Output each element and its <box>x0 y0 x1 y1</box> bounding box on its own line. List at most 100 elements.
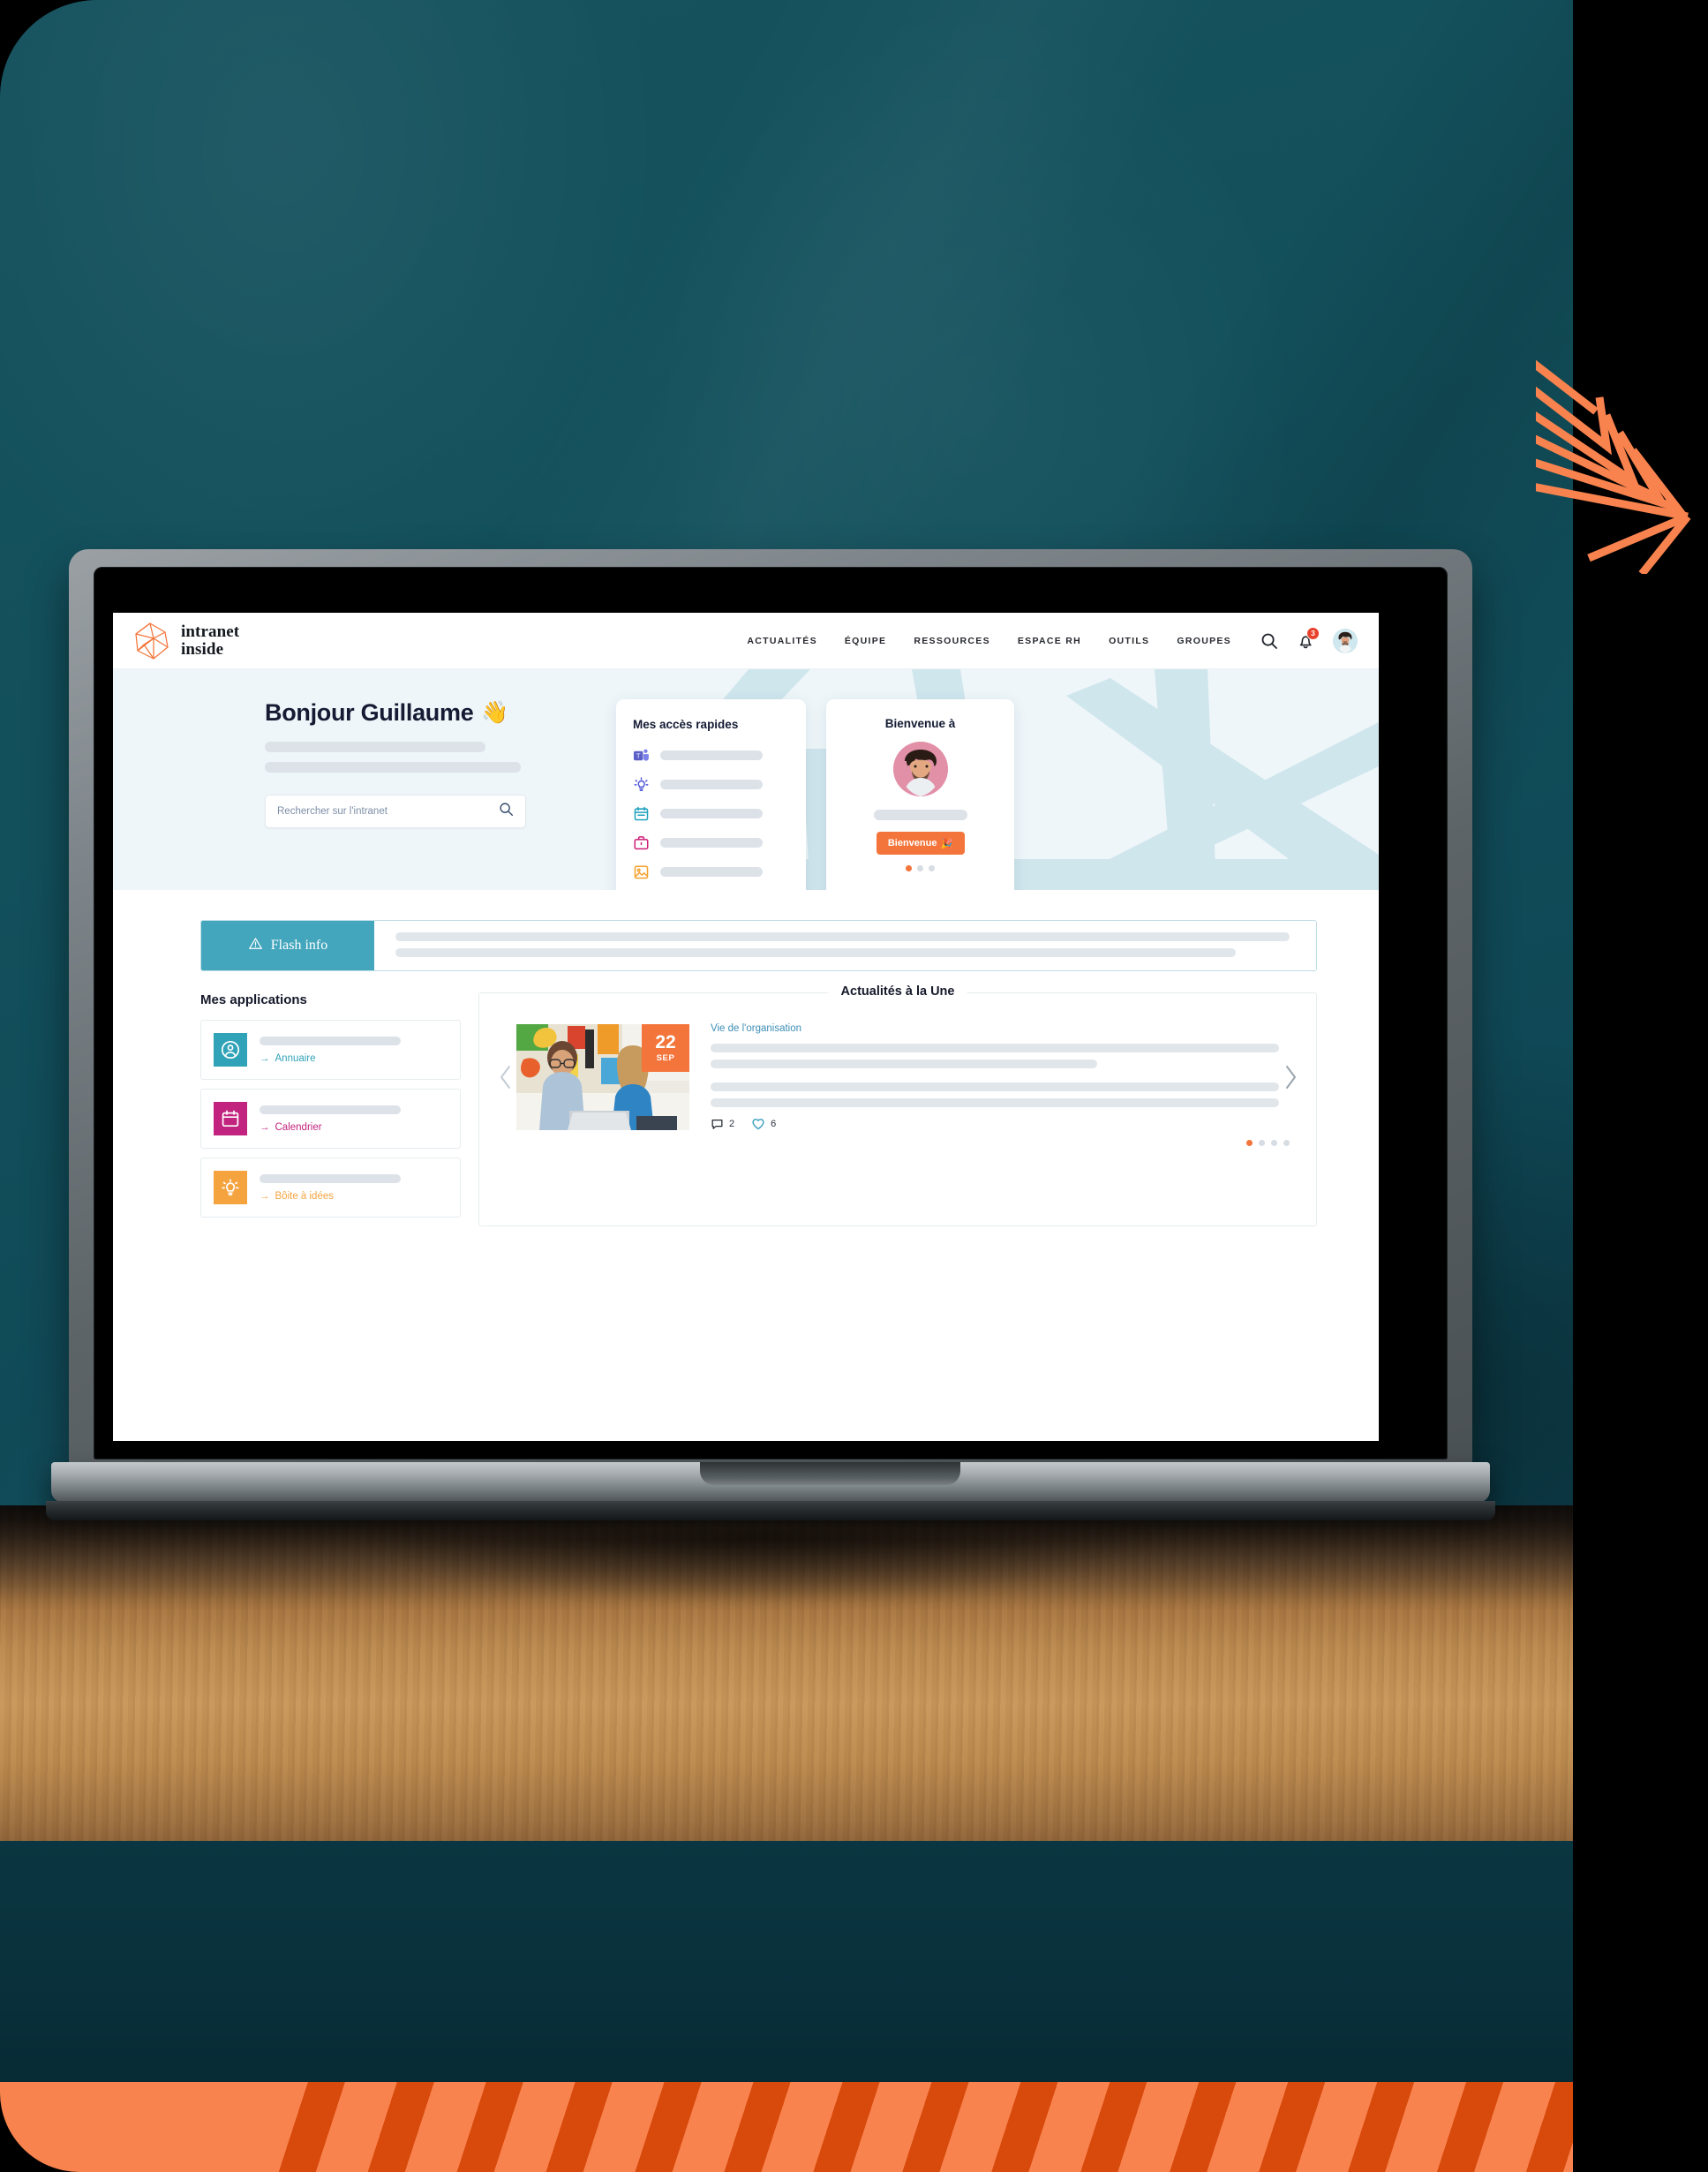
flash-info-content <box>374 921 1316 970</box>
calendar-icon <box>214 1102 247 1135</box>
quick-access-item[interactable] <box>633 805 789 822</box>
brand-line1: intranet <box>181 622 240 641</box>
search-icon[interactable] <box>499 802 514 821</box>
lightbulb-icon <box>214 1171 247 1204</box>
quick-access-placeholder <box>660 809 763 818</box>
laptop-notch <box>700 1462 960 1485</box>
site-header: intranet inside ACTUALITÉS ÉQUIPE RESSOU… <box>113 613 1379 669</box>
welcome-placeholder-line <box>873 810 967 820</box>
microsoft-teams-icon: T <box>633 747 650 764</box>
news-placeholder-line-1 <box>711 1044 1279 1052</box>
quick-access-card: Mes accès rapides T <box>616 699 806 890</box>
flash-placeholder-line-1 <box>395 932 1290 941</box>
laptop-mockup: intranet inside ACTUALITÉS ÉQUIPE RESSOU… <box>46 549 1495 1520</box>
news-placeholder-line-2 <box>711 1060 1097 1068</box>
news-like-count: 6 <box>771 1119 777 1129</box>
user-circle-icon <box>214 1033 247 1067</box>
news-date-month: SEP <box>656 1053 675 1064</box>
nav-item-groupes[interactable]: GROUPES <box>1177 636 1231 646</box>
news-likes[interactable]: 6 <box>751 1117 776 1131</box>
welcome-button[interactable]: Bienvenue 🎉 <box>876 832 965 855</box>
news-placeholder-line-3 <box>711 1082 1279 1091</box>
page-title: Bonjour Guillaume 👋 <box>265 699 607 727</box>
app-placeholder-line <box>260 1173 401 1183</box>
flash-info-section: Flash info <box>113 890 1379 971</box>
news-dot-1[interactable] <box>1246 1140 1253 1146</box>
lightbulb-icon <box>633 776 650 793</box>
news-comments[interactable]: 2 <box>711 1118 734 1131</box>
news-dot-3[interactable] <box>1271 1140 1277 1146</box>
my-applications-title: Mes applications <box>200 992 307 1007</box>
welcome-title: Bienvenue à <box>884 717 956 730</box>
carousel-dot-3[interactable] <box>929 865 935 871</box>
quick-access-placeholder <box>660 750 763 760</box>
flash-info-label: Flash info <box>270 938 328 953</box>
app-link-annuaire[interactable]: → Annuaire <box>260 1053 448 1064</box>
quick-access-item[interactable] <box>633 776 789 793</box>
bottom-orange-banner <box>0 2082 1573 2172</box>
app-link-calendrier[interactable]: → Calendrier <box>260 1122 448 1133</box>
featured-news-panel: Actualités à la Une 22 SEP Vie de l'orga… <box>478 984 1317 1226</box>
intranet-page: intranet inside ACTUALITÉS ÉQUIPE RESSOU… <box>113 613 1379 1441</box>
comment-icon <box>711 1118 724 1131</box>
nav-item-ressources[interactable]: RESSOURCES <box>914 636 990 646</box>
nav-item-actualites[interactable]: ACTUALITÉS <box>747 636 817 646</box>
intranet-inside-logo-icon <box>132 621 171 661</box>
app-card-boite-a-idees[interactable]: → Bôite à idées <box>200 1158 461 1218</box>
quick-access-placeholder <box>660 780 763 789</box>
intranet-search[interactable] <box>265 795 526 828</box>
news-dot-4[interactable] <box>1283 1140 1290 1146</box>
nav-item-espace-rh[interactable]: ESPACE RH <box>1018 636 1081 646</box>
welcome-card: Bienvenue à Bienvenue 🎉 <box>826 699 1014 890</box>
app-card-annuaire[interactable]: → Annuaire <box>200 1020 461 1080</box>
news-category[interactable]: Vie de l'organisation <box>711 1023 1279 1034</box>
hero-section: Bonjour Guillaume 👋 Rechercher sur l'int… <box>113 669 1379 890</box>
nav-item-equipe[interactable]: ÉQUIPE <box>845 636 886 646</box>
app-card-calendrier[interactable]: → Calendrier <box>200 1089 461 1149</box>
quick-access-placeholder <box>660 867 763 877</box>
lower-section: Mes applications → Annuaire → Calendrier… <box>113 971 1379 1226</box>
user-avatar[interactable] <box>1333 628 1358 653</box>
chevron-right-icon[interactable] <box>1279 1064 1302 1090</box>
app-card-body: → Calendrier <box>260 1105 448 1133</box>
welcome-button-label: Bienvenue <box>887 838 937 848</box>
greeting-text: Bonjour Guillaume <box>265 699 474 726</box>
calendar-icon <box>633 805 650 822</box>
quick-access-item[interactable] <box>633 864 789 880</box>
search-icon[interactable] <box>1260 632 1278 650</box>
laptop-lid: intranet inside ACTUALITÉS ÉQUIPE RESSOU… <box>69 549 1472 1472</box>
app-card-body: → Annuaire <box>260 1036 448 1064</box>
news-dot-2[interactable] <box>1259 1140 1265 1146</box>
svg-text:T: T <box>636 751 641 759</box>
my-applications-panel: Mes applications → Annuaire → Calendrier… <box>200 992 461 1226</box>
quick-access-item[interactable]: T <box>633 747 789 764</box>
orange-geometric-artwork <box>1516 327 1708 577</box>
laptop-foot <box>46 1501 1495 1520</box>
quick-access-item[interactable] <box>633 834 789 851</box>
nav-item-outils[interactable]: OUTILS <box>1109 636 1149 646</box>
arrow-right-icon: → <box>260 1052 270 1064</box>
welcome-carousel-dots <box>840 865 1000 871</box>
news-carousel-dots <box>479 1131 1316 1146</box>
bell-icon[interactable]: 3 <box>1297 626 1320 650</box>
welcome-avatar <box>892 742 948 796</box>
chevron-left-icon[interactable] <box>493 1064 516 1090</box>
news-thumbnail[interactable]: 22 SEP <box>516 1024 689 1130</box>
flash-placeholder-line-2 <box>395 948 1237 957</box>
flash-info-tag[interactable]: Flash info <box>201 921 374 970</box>
brand-line2: inside <box>181 639 224 659</box>
carousel-dot-2[interactable] <box>917 865 923 871</box>
brand-name: intranet inside <box>181 622 240 659</box>
heart-icon <box>751 1117 765 1131</box>
brand-logo[interactable]: intranet inside <box>132 621 239 661</box>
app-link-boite-a-idees[interactable]: → Bôite à idées <box>260 1191 448 1202</box>
news-date-day: 22 <box>655 1032 676 1053</box>
news-engagement: 2 6 <box>711 1117 1279 1131</box>
banner-stripes <box>256 2082 1573 2172</box>
greeting-block: Bonjour Guillaume 👋 <box>113 699 607 890</box>
search-input[interactable] <box>277 806 499 817</box>
waving-hand-icon: 👋 <box>481 700 509 725</box>
carousel-dot-1[interactable] <box>906 865 912 871</box>
arrow-right-icon: → <box>260 1121 270 1133</box>
party-popper-icon: 🎉 <box>940 838 953 849</box>
